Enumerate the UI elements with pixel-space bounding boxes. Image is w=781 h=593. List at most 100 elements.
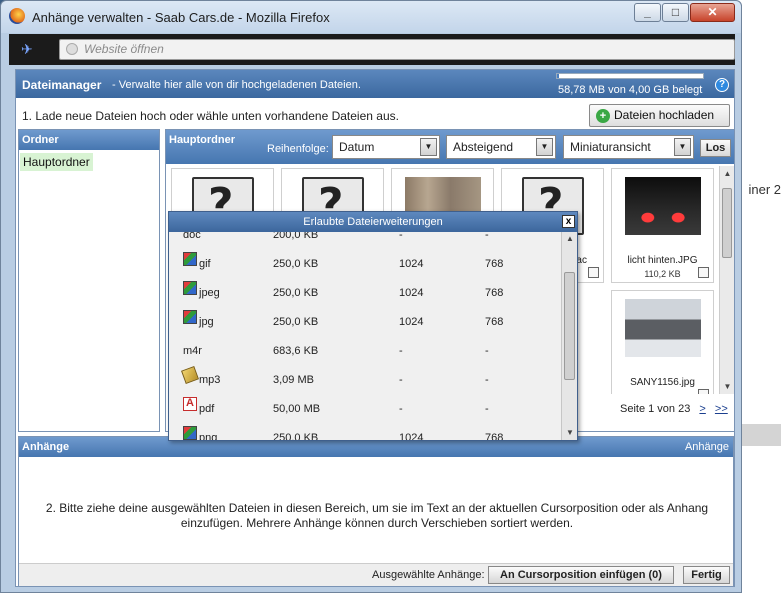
extension-row: pdf 50,00 MB - -	[169, 392, 561, 421]
max-size: 3,09 MB	[273, 374, 314, 386]
scroll-up-icon[interactable]: ▲	[562, 232, 577, 246]
max-size: 50,00 MB	[273, 403, 321, 415]
done-button[interactable]: Fertig	[683, 566, 730, 584]
extension-row: jpeg 250,0 KB 1024 768	[169, 276, 561, 305]
folder-item-hauptordner[interactable]: Hauptordner	[20, 153, 93, 171]
last-page-link[interactable]: >>	[715, 403, 728, 415]
plus-icon: +	[596, 109, 610, 123]
sort-label: Reihenfolge:	[267, 143, 329, 155]
file-caption: licht hinten.JPG	[627, 255, 698, 266]
file-pane-title: Hauptordner	[169, 134, 235, 146]
popup-scrollbar[interactable]: ▲ ▼	[561, 232, 577, 440]
chevron-down-icon: ▼	[536, 138, 553, 156]
step2-line1: 2. Bitte ziehe deine ausgewählten Dateie…	[45, 501, 709, 515]
upload-files-button[interactable]: + Dateien hochladen	[589, 104, 730, 127]
scroll-down-icon[interactable]: ▼	[720, 379, 735, 394]
help-icon[interactable]: ?	[715, 78, 729, 92]
extension-name: png	[199, 432, 218, 440]
step1-text: 1. Lade neue Dateien hoch oder wähle unt…	[22, 109, 399, 123]
max-width: 1024	[399, 258, 424, 270]
max-size: 250,0 KB	[273, 258, 319, 270]
image-file-icon	[183, 310, 197, 324]
scroll-thumb[interactable]	[564, 272, 575, 380]
attachments-pane: Anhänge Anhänge 2. Bitte ziehe deine aus…	[18, 436, 734, 586]
extension-name: gif	[199, 258, 211, 270]
view-mode-select[interactable]: Miniaturansicht ▼	[563, 135, 694, 159]
page-info: Seite 1 von 23	[620, 403, 691, 415]
image-file-icon	[183, 281, 197, 295]
file-checkbox[interactable]	[698, 389, 709, 394]
max-width: 1024	[399, 316, 424, 328]
extension-row: jpg 250,0 KB 1024 768	[169, 305, 561, 334]
extension-name: jpeg	[199, 287, 220, 299]
file-thumbnail[interactable]: licht hinten.JPG 110,2 KB	[611, 168, 714, 283]
next-page-link[interactable]: >	[699, 403, 705, 415]
scroll-up-icon[interactable]: ▲	[720, 166, 735, 181]
max-height: 768	[485, 432, 504, 440]
go-button[interactable]: Los	[700, 139, 731, 157]
max-size: 250,0 KB	[273, 432, 319, 440]
image-file-icon	[183, 426, 197, 440]
rocket-icon[interactable]: ✈	[21, 41, 39, 57]
upload-button-label: Dateien hochladen	[614, 108, 715, 122]
max-height: 768	[485, 316, 504, 328]
photo-thumbnail	[625, 177, 701, 235]
allowed-extensions-popup: Erlaubte Dateierweiterungen x png 250,0 K…	[168, 211, 578, 441]
insert-at-cursor-button[interactable]: An Cursorposition einfügen (0)	[488, 566, 674, 584]
sort-by-select[interactable]: Datum ▼	[332, 135, 440, 159]
file-checkbox[interactable]	[588, 267, 599, 278]
close-window-button[interactable]: ✕	[690, 3, 735, 22]
thumbnail-scrollbar[interactable]: ▲ ▼	[719, 166, 734, 394]
background-text: iner 2	[748, 182, 781, 197]
storage-progress-fill	[557, 74, 560, 78]
attachments-footer: Ausgewählte Anhänge: An Cursorposition e…	[19, 563, 733, 586]
dialog-title: Dateimanager	[22, 78, 102, 92]
step2-text: 2. Bitte ziehe deine ausgewählten Dateie…	[19, 501, 735, 531]
url-input[interactable]: Website öffnen	[59, 39, 735, 60]
extension-name: pdf	[199, 403, 215, 415]
maximize-button[interactable]: □	[662, 3, 689, 22]
minimize-button[interactable]: _	[634, 3, 661, 22]
file-thumbnail[interactable]: SANY1156.jpg	[611, 290, 714, 394]
file-checkbox[interactable]	[698, 267, 709, 278]
max-height: -	[485, 403, 489, 415]
max-size: 683,6 KB	[273, 345, 319, 357]
max-size: 250,0 KB	[273, 316, 319, 328]
max-size: 250,0 KB	[273, 287, 319, 299]
max-width: -	[399, 345, 403, 357]
close-icon[interactable]: x	[562, 215, 575, 228]
dialog-subtitle: - Verwalte hier alle von dir hochgeladen…	[112, 79, 361, 91]
scroll-thumb[interactable]	[722, 188, 732, 258]
sort-direction-select[interactable]: Absteigend ▼	[446, 135, 556, 159]
scroll-down-icon[interactable]: ▼	[562, 426, 577, 440]
attachments-header-right: Anhänge	[684, 441, 729, 453]
max-width: -	[399, 374, 403, 386]
extension-row: png 250,0 KB 1024 768	[169, 421, 561, 440]
extension-name: doc	[183, 232, 201, 241]
navigation-bar: ✈ Website öffnen	[9, 34, 735, 65]
extension-name: jpg	[199, 316, 214, 328]
step2-line2: einzufügen. Mehrere Anhänge können durch…	[180, 516, 574, 530]
folder-pane-header: Ordner	[19, 130, 159, 150]
url-placeholder: Website öffnen	[84, 42, 164, 56]
max-height: -	[485, 232, 489, 241]
attachments-title: Anhänge	[22, 441, 70, 453]
chevron-down-icon: ▼	[420, 138, 437, 156]
max-height: -	[485, 374, 489, 386]
chevron-down-icon: ▼	[674, 138, 691, 156]
file-caption: SANY1156.jpg	[630, 377, 695, 388]
max-size: 200,0 KB	[273, 232, 319, 241]
window-title: Anhänge verwalten - Saab Cars.de - Mozil…	[32, 10, 330, 25]
max-height: 768	[485, 287, 504, 299]
audio-file-icon	[181, 366, 199, 384]
extension-row: mp3 3,09 MB - -	[169, 363, 561, 392]
firefox-icon	[9, 8, 25, 24]
photo-thumbnail	[625, 299, 701, 357]
file-pane-header: Hauptordner Reihenfolge: Datum ▼ Absteig…	[166, 130, 734, 164]
extension-row: gif 250,0 KB 1024 768	[169, 247, 561, 276]
popup-header: Erlaubte Dateierweiterungen x	[169, 212, 577, 232]
storage-progress-bar	[556, 73, 704, 79]
storage-text: 58,78 MB von 4,00 GB belegt	[558, 84, 703, 96]
extensions-list: png 250,0 KB 1024 768 pdf 50,00 MB - - mp3 3,09 M…	[169, 232, 577, 440]
extension-row: doc 200,0 KB - -	[169, 232, 561, 247]
